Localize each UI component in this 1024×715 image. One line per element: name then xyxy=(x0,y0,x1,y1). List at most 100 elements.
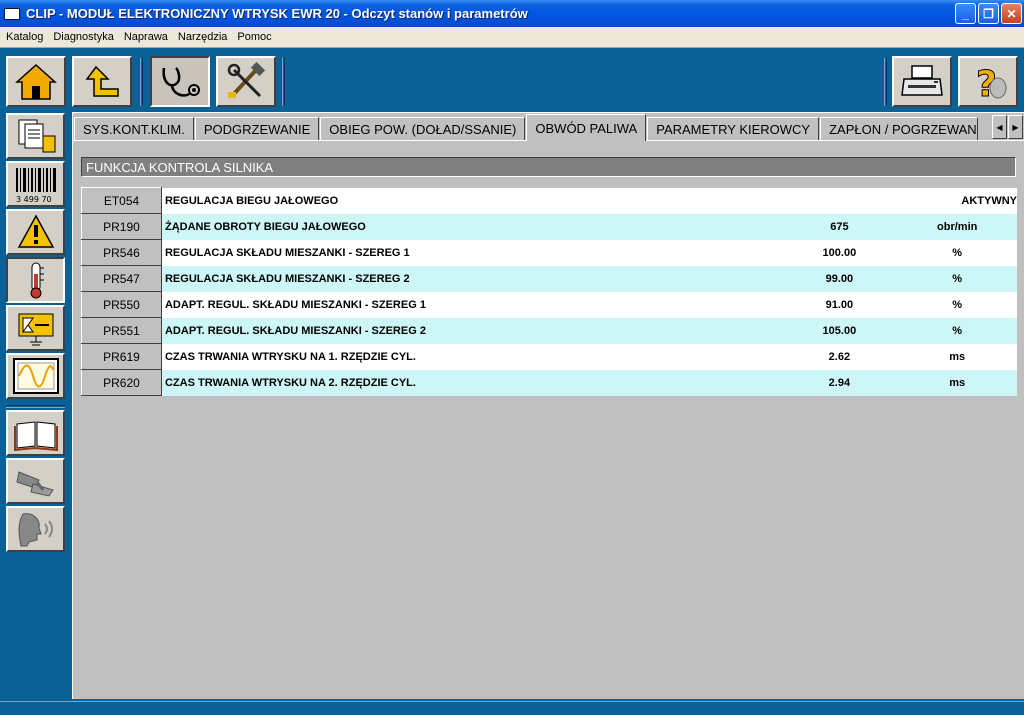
stethoscope-icon xyxy=(162,66,200,97)
documents-icon xyxy=(18,119,55,153)
parameter-label: CZAS TRWANIA WTRYSKU NA 1. RZĘDZIE CYL. xyxy=(161,343,782,370)
parameter-code-button[interactable]: ET054 xyxy=(81,187,162,214)
help-icon: ? xyxy=(976,63,1007,102)
parameters-table: ET054 REGULACJA BIEGU JAŁOWEGO AKTYWNY P… xyxy=(81,187,1017,396)
tab-obieg-pow[interactable]: OBIEG POW. (DOŁAD/SSANIE) xyxy=(320,117,526,141)
parameter-unit: ms xyxy=(897,369,1017,396)
actuators-button[interactable] xyxy=(6,305,65,351)
parameter-code-button[interactable]: PR551 xyxy=(81,317,162,344)
parameter-value: 2.62 xyxy=(781,343,898,370)
parameter-code-button[interactable]: PR190 xyxy=(81,213,162,240)
main-panel: SYS.KONT.KLIM. PODGRZEWANIE OBIEG POW. (… xyxy=(72,112,1024,699)
parameter-label: ADAPT. REGUL. SKŁADU MIESZANKI - SZEREG … xyxy=(161,317,782,344)
menu-bar: Katalog Diagnostyka Naprawa Narzędzia Po… xyxy=(0,27,1024,48)
parameter-label: ADAPT. REGUL. SKŁADU MIESZANKI - SZEREG … xyxy=(161,291,782,318)
barcode-text: 3 499 70 xyxy=(16,195,52,204)
tools-icon xyxy=(227,61,266,98)
parameter-value: AKTYWNY xyxy=(781,187,1017,214)
menu-pomoc[interactable]: Pomoc xyxy=(237,31,271,43)
window-controls: _ ❐ ✕ xyxy=(955,3,1022,24)
documentation-button[interactable] xyxy=(6,410,65,456)
menu-diagnostyka[interactable]: Diagnostyka xyxy=(53,31,114,43)
parameter-label: CZAS TRWANIA WTRYSKU NA 2. RZĘDZIE CYL. xyxy=(161,369,782,396)
parameter-value: 91.00 xyxy=(781,291,898,318)
tab-podgrzewanie[interactable]: PODGRZEWANIE xyxy=(194,117,320,141)
parameter-unit: obr/min xyxy=(897,213,1017,240)
section-title: FUNKCJA KONTROLA SILNIKA xyxy=(81,157,1016,177)
tab-scroll-right[interactable]: ▶ xyxy=(1008,115,1023,139)
parameter-code-button[interactable]: PR619 xyxy=(81,343,162,370)
status-bar xyxy=(0,701,1024,715)
arrow-right-icon: ▶ xyxy=(1012,122,1019,132)
book-icon xyxy=(13,421,58,452)
table-row: PR550 ADAPT. REGUL. SKŁADU MIESZANKI - S… xyxy=(81,291,1017,318)
table-row: PR190 ŻĄDANE OBROTY BIEGU JAŁOWEGO 675 o… xyxy=(81,213,1017,240)
home-button[interactable] xyxy=(6,56,66,107)
actuator-icon xyxy=(18,313,53,346)
car-lift-button[interactable] xyxy=(6,458,65,504)
parameter-value: 100.00 xyxy=(781,239,898,266)
toolbar-separator xyxy=(884,58,887,106)
parameter-unit: ms xyxy=(897,343,1017,370)
home-icon xyxy=(15,63,57,100)
parameter-value: 2.94 xyxy=(781,369,898,396)
sidebar-separator xyxy=(6,405,65,408)
parameter-value: 99.00 xyxy=(781,265,898,292)
parameter-unit: % xyxy=(897,317,1017,344)
parameter-unit: % xyxy=(897,265,1017,292)
print-button[interactable] xyxy=(892,56,952,107)
minimize-button[interactable]: _ xyxy=(955,3,976,24)
car-lift-icon xyxy=(15,471,54,497)
parameter-label: ŻĄDANE OBROTY BIEGU JAŁOWEGO xyxy=(161,213,782,240)
back-up-button[interactable] xyxy=(72,56,132,107)
menu-narzedzia[interactable]: Narzędzia xyxy=(178,31,228,43)
table-row: PR551 ADAPT. REGUL. SKŁADU MIESZANKI - S… xyxy=(81,317,1017,344)
table-row: PR619 CZAS TRWANIA WTRYSKU NA 1. RZĘDZIE… xyxy=(81,343,1017,370)
window-title: CLIP - MODUŁ ELEKTRONICZNY WTRYSK EWR 20… xyxy=(26,6,528,21)
warning-icon xyxy=(17,214,54,248)
table-row: PR547 REGULACJA SKŁADU MIESZANKI - SZERE… xyxy=(81,265,1017,292)
printer-icon xyxy=(901,64,943,96)
parameter-code-button[interactable]: PR547 xyxy=(81,265,162,292)
toolbar-separator xyxy=(140,58,143,106)
parameter-unit: % xyxy=(897,291,1017,318)
table-row: PR546 REGULACJA SKŁADU MIESZANKI - SZERE… xyxy=(81,239,1017,266)
tab-obwod-paliwa[interactable]: OBWÓD PALIWA xyxy=(526,114,647,141)
thermometer-icon xyxy=(30,262,44,299)
menu-naprawa[interactable]: Naprawa xyxy=(124,31,168,43)
app-icon xyxy=(4,7,20,20)
tab-parametry-kierowcy[interactable]: PARAMETRY KIEROWCY xyxy=(647,117,820,141)
barcode-button[interactable]: 3 499 70 xyxy=(6,161,65,207)
table-row: PR620 CZAS TRWANIA WTRYSKU NA 2. RZĘDZIE… xyxy=(81,369,1017,396)
close-button[interactable]: ✕ xyxy=(1001,3,1022,24)
faults-button[interactable] xyxy=(6,209,65,255)
tab-strip: SYS.KONT.KLIM. PODGRZEWANIE OBIEG POW. (… xyxy=(73,113,1024,141)
parameter-label: REGULACJA BIEGU JAŁOWEGO xyxy=(161,187,782,214)
documents-button[interactable] xyxy=(6,113,65,159)
toolbar-separator xyxy=(282,58,285,106)
parameter-label: REGULACJA SKŁADU MIESZANKI - SZEREG 1 xyxy=(161,239,782,266)
oscilloscope-icon xyxy=(12,358,59,394)
restore-button[interactable]: ❐ xyxy=(978,3,999,24)
help-button[interactable]: ? xyxy=(958,56,1018,107)
parameter-label: REGULACJA SKŁADU MIESZANKI - SZEREG 2 xyxy=(161,265,782,292)
menu-katalog[interactable]: Katalog xyxy=(6,31,43,43)
tab-sys-kont-klim[interactable]: SYS.KONT.KLIM. xyxy=(74,117,194,141)
speaker-icon xyxy=(18,513,53,547)
audio-button[interactable] xyxy=(6,506,65,552)
tab-scroll-left[interactable]: ◀ xyxy=(992,115,1007,139)
parameter-code-button[interactable]: PR620 xyxy=(81,369,162,396)
parameter-value: 675 xyxy=(781,213,898,240)
diagnostics-button[interactable] xyxy=(150,56,210,107)
arrow-left-icon: ◀ xyxy=(996,122,1003,132)
parameter-code-button[interactable]: PR546 xyxy=(81,239,162,266)
oscilloscope-button[interactable] xyxy=(6,353,65,399)
parameter-value: 105.00 xyxy=(781,317,898,344)
tab-zaplon-pogrzewanie[interactable]: ZAPŁON / POGRZEWAN xyxy=(820,117,979,141)
back-up-icon xyxy=(85,65,119,97)
parameter-code-button[interactable]: PR550 xyxy=(81,291,162,318)
parameters-button[interactable] xyxy=(6,257,65,303)
tools-button[interactable] xyxy=(216,56,276,107)
title-bar: CLIP - MODUŁ ELEKTRONICZNY WTRYSK EWR 20… xyxy=(0,0,1024,27)
barcode-icon: 3 499 70 xyxy=(15,168,56,204)
